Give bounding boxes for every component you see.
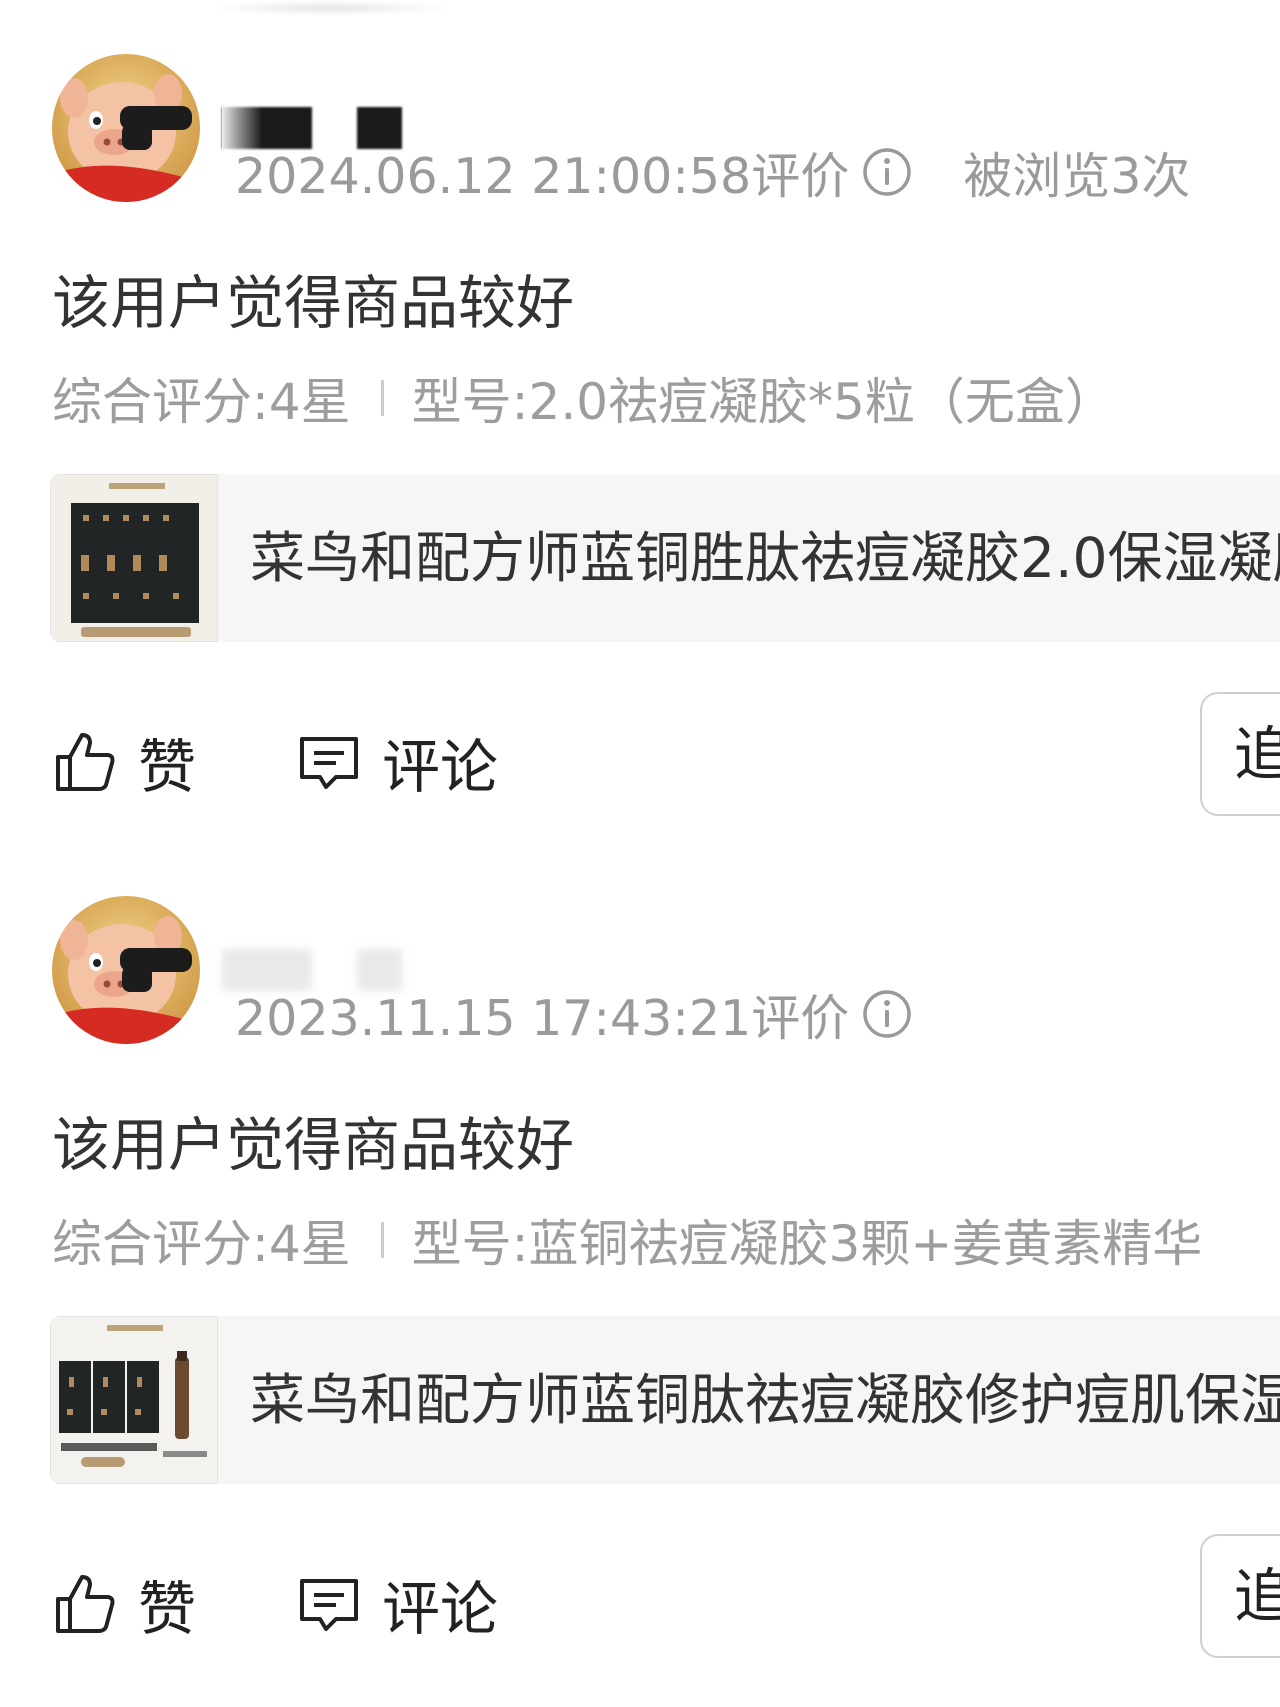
model-label: 型号:: [411, 1215, 529, 1273]
product-image: [51, 475, 217, 641]
info-circle-icon[interactable]: [861, 988, 913, 1040]
review-list-page: 2024.06.12 21:00:58评价 被浏览3次 该用户觉得商品较好 综合…: [0, 0, 1280, 1707]
like-label: 赞: [138, 733, 197, 801]
review-datetime: 2023.11.15 17:43:21评价: [235, 989, 850, 1047]
review-item: 2023.11.15 17:43:21评价 该用户觉得商品较好 综合评分: 4星…: [0, 842, 1280, 1682]
product-title: 菜鸟和配方师蓝铜胜肽祛痘凝胶2.0保湿凝胶: [250, 526, 1280, 590]
thumbs-up-icon: [56, 1575, 115, 1633]
comment-bubble-icon: [300, 737, 358, 789]
product-thumbnail: [50, 474, 218, 642]
append-review-button[interactable]: 追: [1200, 692, 1280, 816]
divider: [380, 380, 384, 416]
avatar[interactable]: [52, 54, 200, 202]
model-label: 型号:: [411, 373, 529, 431]
product-title: 菜鸟和配方师蓝铜肽祛痘凝胶修护痘肌保湿: [250, 1368, 1280, 1432]
rating-label: 综合评分:: [52, 373, 269, 431]
like-button[interactable]: 赞: [52, 1560, 196, 1648]
view-count: 被浏览3次: [963, 147, 1191, 205]
model-value: 蓝铜祛痘凝胶3颗+姜黄素精华: [528, 1215, 1203, 1273]
comment-label: 评论: [382, 733, 499, 801]
rating-value: 4星: [268, 373, 351, 431]
review-datetime: 2024.06.12 21:00:58评价: [235, 147, 850, 205]
product-card[interactable]: 菜鸟和配方师蓝铜肽祛痘凝胶修护痘肌保湿: [50, 1316, 1280, 1484]
comment-label: 评论: [382, 1575, 499, 1643]
comment-button[interactable]: 评论: [296, 718, 498, 806]
review-item: 2024.06.12 21:00:58评价 被浏览3次 该用户觉得商品较好 综合…: [0, 0, 1280, 840]
append-review-button[interactable]: 追: [1200, 1534, 1280, 1658]
pig-avatar-image: [52, 896, 200, 1044]
product-card[interactable]: 菜鸟和配方师蓝铜胜肽祛痘凝胶2.0保湿凝胶: [50, 474, 1280, 642]
like-button[interactable]: 赞: [52, 718, 196, 806]
avatar[interactable]: [52, 896, 200, 1044]
review-text: 该用户觉得商品较好: [52, 269, 575, 337]
thumbs-up-icon: [56, 733, 115, 791]
model-value: 2.0祛痘凝胶*5粒（无盒）: [528, 373, 1115, 431]
review-meta: 2023.11.15 17:43:21评价: [235, 984, 913, 1047]
comment-button[interactable]: 评论: [296, 1560, 498, 1648]
info-circle-icon[interactable]: [861, 146, 913, 198]
rating-label: 综合评分:: [52, 1215, 269, 1273]
action-bar: 赞 评论: [52, 718, 1280, 806]
product-thumbnail: [50, 1316, 218, 1484]
spec-line: 综合评分: 4星 型号: 2.0祛痘凝胶*5粒（无盒）: [52, 365, 1280, 431]
like-label: 赞: [138, 1575, 197, 1643]
spec-line: 综合评分: 4星 型号: 蓝铜祛痘凝胶3颗+姜黄素精华: [52, 1207, 1280, 1273]
pig-avatar-image: [52, 54, 200, 202]
review-meta: 2024.06.12 21:00:58评价 被浏览3次: [235, 142, 1190, 205]
review-text: 该用户觉得商品较好: [52, 1111, 575, 1179]
rating-value: 4星: [268, 1215, 351, 1273]
comment-bubble-icon: [300, 1579, 358, 1631]
divider: [380, 1222, 384, 1258]
product-image: [51, 1317, 217, 1483]
action-bar: 赞 评论: [52, 1560, 1280, 1648]
